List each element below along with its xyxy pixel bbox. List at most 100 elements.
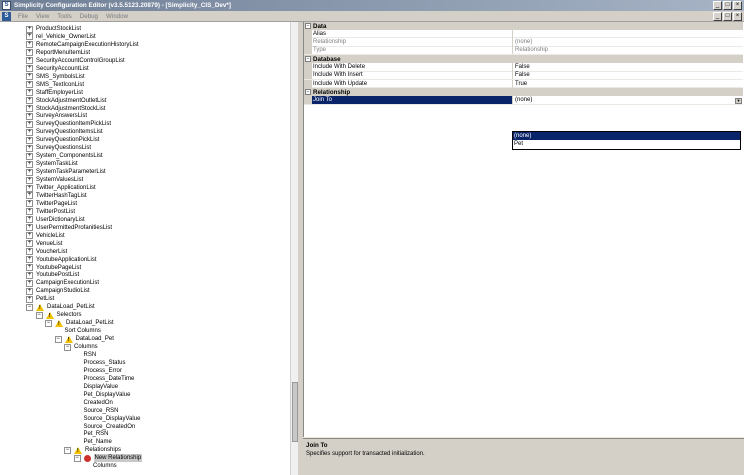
expand-icon[interactable]: + [26,25,33,33]
expand-icon[interactable]: + [26,248,33,256]
expand-icon[interactable]: + [26,287,33,295]
tree-node-label[interactable]: Source_RSN [84,407,119,415]
expand-icon[interactable]: + [26,57,33,65]
expand-icon[interactable]: + [26,33,33,41]
tree-node-label[interactable]: CreatedOn [84,399,113,407]
tree-node-label[interactable]: Source_DisplayValue [84,415,141,423]
tree-node-label[interactable]: YoutubePostList [36,271,79,279]
tree-node[interactable]: + SecurityAccountList [26,65,89,73]
tree-node-label[interactable]: SMS_TextIconList [36,81,84,89]
property-name[interactable]: Relationship [312,38,513,47]
tree-node[interactable]: − DataLoad_PetList [26,303,95,311]
tree-node-label[interactable]: StockAdjustmentStockList [36,105,105,113]
tree-node[interactable]: + VoucherList [26,248,67,256]
tree-node[interactable]: + SystemTaskParameterList [26,168,106,176]
maximize-button[interactable]: □ [723,1,732,10]
join-to-dropdown-list[interactable]: (none) Pet [512,131,741,150]
tree-node[interactable]: Pet_Name [74,438,112,446]
property-row[interactable]: Relationship (none) [304,38,743,47]
expand-icon[interactable]: + [26,184,33,192]
collapse-icon[interactable]: − [305,56,311,63]
tree-node-label[interactable]: VenueList [36,240,62,248]
tree-node[interactable]: + SurveyQuestionItemPickList [26,120,111,128]
property-category[interactable]: − Database [304,55,743,64]
tree-node[interactable]: Sort Columns [55,327,101,335]
tree-node-label[interactable]: UserPermittedProfanitiesList [36,224,112,232]
menu-view[interactable]: View [32,13,53,20]
expand-icon[interactable]: + [26,168,33,176]
tree-node-label[interactable]: Process_Error [84,367,122,375]
tree-node-label[interactable]: Sort Columns [65,327,101,335]
tree-node[interactable]: Process_Status [74,359,126,367]
tree-node-label[interactable]: SystemTaskParameterList [36,168,106,176]
property-row[interactable]: Alias [304,29,743,39]
tree-node-label[interactable]: DataLoad_PetList [66,319,114,327]
property-name[interactable]: Join To [312,96,513,105]
tree-node[interactable]: + VenueList [26,240,62,248]
tree-node-label[interactable]: StaffEmployerList [36,89,83,97]
tree-node-label[interactable]: Pet_Name [84,438,112,446]
expand-icon[interactable]: + [26,271,33,279]
property-value[interactable] [513,30,743,38]
expand-icon[interactable]: + [26,256,33,264]
expand-icon[interactable]: + [26,160,33,168]
tree-node-label[interactable]: SystemValuesList [36,176,83,184]
tree-node[interactable]: − DataLoad_Pet [54,335,114,343]
property-grid[interactable]: − Data Alias Relationship (none) Type Relation… [303,22,744,437]
tree-node[interactable]: − Relationships [64,446,121,454]
menu-tools[interactable]: Tools [53,13,75,20]
tree-node[interactable]: − DataLoad_PetList [45,319,114,327]
expand-icon[interactable]: + [26,120,33,128]
tree-node-label[interactable]: UserDictionaryList [36,216,85,224]
tree-node[interactable]: + StaffEmployerList [26,89,83,97]
expand-icon[interactable]: + [26,97,33,105]
tree-node[interactable]: + StockAdjustmentStockList [26,105,105,113]
tree-node[interactable]: + CampaignStudioList [26,287,90,295]
tree-node-label[interactable]: StockAdjustmentOutletList [36,97,106,105]
tree-node-label[interactable]: VoucherList [36,248,67,256]
tree-node-label[interactable]: YoutubePageList [36,264,81,272]
tree-node[interactable]: Process_DateTime [74,375,135,383]
collapse-icon[interactable]: − [45,319,52,327]
tree-node[interactable]: + RemoteCampaignExecutionHistoryList [26,41,139,49]
tree-node[interactable]: + ReportMenuItemList [26,49,90,57]
expand-icon[interactable]: + [26,81,33,89]
collapse-icon[interactable]: − [305,89,311,96]
collapse-icon[interactable]: − [54,335,62,343]
expand-icon[interactable]: + [26,136,33,144]
tree-node-label[interactable]: CampaignExecutionList [36,279,99,287]
tree-node[interactable]: + System_ComponentsList [26,152,103,160]
collapse-icon[interactable]: − [64,343,71,351]
tree-node[interactable]: Pet_RSN [74,430,109,438]
property-value[interactable]: True [513,80,743,88]
tree-node[interactable]: + PetList [26,295,54,303]
tree-node-label[interactable]: Relationships [85,446,121,454]
tree-node[interactable]: + SurveyQuestionsList [26,144,91,152]
expand-icon[interactable]: + [26,240,33,248]
tree-node-label[interactable]: System_ComponentsList [36,152,103,160]
dropdown-option-none[interactable]: (none) [513,132,740,140]
object-tree[interactable]: + ProductStockList + rel_Vehicle_OwnerList +… [0,22,298,475]
tree-node[interactable]: Pet_DisplayValue [74,391,131,399]
tree-node-label[interactable]: SurveyAnswersList [36,112,87,120]
property-row[interactable]: Include With Update True [304,79,743,89]
menu-file[interactable]: File [14,13,32,20]
tree-node[interactable]: Source_RSN [74,407,119,415]
tree-node[interactable]: − Columns [64,343,98,351]
tree-scrollbar[interactable] [290,22,298,475]
expand-icon[interactable]: + [26,232,33,240]
tree-node[interactable]: Columns [83,462,117,470]
tree-node-label[interactable]: Process_DateTime [84,375,135,383]
tree-node-label[interactable]: ReportMenuItemList [36,49,90,57]
expand-icon[interactable]: + [26,49,33,57]
tree-node-label[interactable]: SurveyQuestionItemPickList [36,120,111,128]
expand-icon[interactable]: + [26,65,33,73]
tree-node-label[interactable]: Columns [74,343,98,351]
expand-icon[interactable]: + [26,89,33,97]
tree-node[interactable]: + SurveyQuestionItemsList [26,128,103,136]
tree-node[interactable]: + SMS_TextIconList [26,81,84,89]
tree-node-label[interactable]: SurveyQuestionPickList [36,136,99,144]
tree-node[interactable]: − Selectors [35,311,82,319]
tree-node-label[interactable]: Twitter_ApplicationList [36,184,96,192]
expand-icon[interactable]: + [26,105,33,112]
